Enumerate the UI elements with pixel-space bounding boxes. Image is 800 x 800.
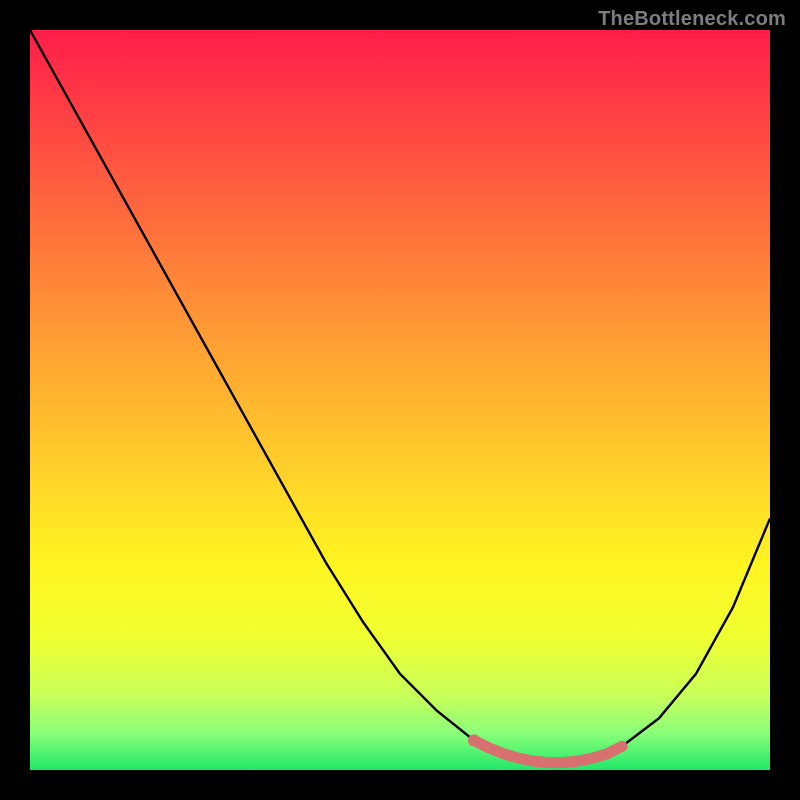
watermark-text: TheBottleneck.com	[598, 8, 786, 31]
plot-area	[30, 30, 770, 770]
highlight-start-dot	[468, 734, 480, 746]
chart-frame: TheBottleneck.com	[0, 0, 800, 800]
bottleneck-curve-chart	[30, 30, 770, 770]
gradient-background	[30, 30, 770, 770]
